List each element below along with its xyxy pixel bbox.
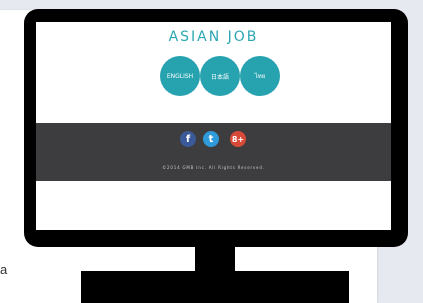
page-text-fragment: a	[0, 262, 8, 277]
monitor-base	[81, 271, 349, 303]
twitter-icon[interactable]: t	[203, 131, 219, 147]
monitor-neck	[195, 247, 235, 271]
language-nav: ENGLISH 日本語 ไทย	[36, 56, 391, 100]
social-links: f t 8+	[36, 131, 391, 149]
site-footer: f t 8+ ©2014 GMB Inc. All Rights Reserve…	[36, 123, 391, 181]
language-japanese-button[interactable]: 日本語	[200, 56, 240, 96]
facebook-icon[interactable]: f	[180, 131, 196, 147]
googleplus-icon[interactable]: 8+	[230, 131, 246, 147]
copyright-text: ©2014 GMB Inc. All Rights Reserved.	[162, 165, 265, 170]
language-english-button[interactable]: ENGLISH	[160, 56, 200, 96]
language-thai-button[interactable]: ไทย	[240, 56, 280, 96]
site-title: ASIAN JOB	[168, 29, 259, 45]
monitor-screen: ASIAN JOB ENGLISH 日本語 ไทย f t 8+ ©2014 G…	[36, 22, 391, 230]
